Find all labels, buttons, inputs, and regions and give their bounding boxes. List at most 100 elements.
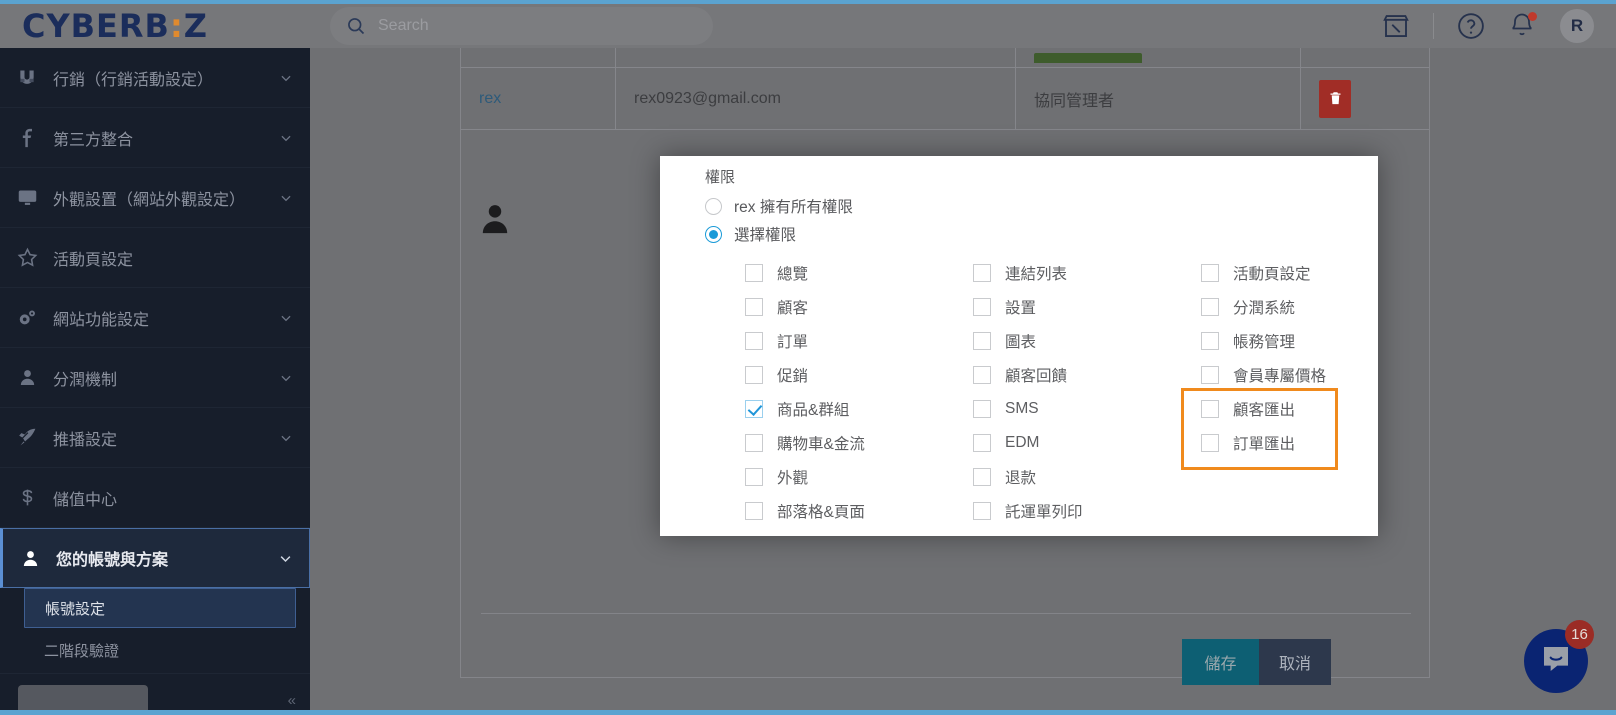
chevron-down-icon bbox=[278, 131, 294, 145]
checkbox-row[interactable]: 活動頁設定 bbox=[1201, 256, 1429, 290]
sidebar-item-label: 網站功能設定 bbox=[53, 311, 150, 329]
sidebar-item-site-functions[interactable]: 網站功能設定 bbox=[0, 288, 310, 348]
checkbox-row[interactable]: EDM bbox=[973, 426, 1201, 460]
radio-all-permissions[interactable]: rex 擁有所有權限 bbox=[705, 192, 853, 220]
sidebar-item-credit-center[interactable]: 儲值中心 bbox=[0, 468, 310, 528]
radio-icon[interactable] bbox=[705, 197, 722, 215]
sidebar-item-label: 行銷（行銷活動設定） bbox=[53, 71, 214, 89]
checkbox-label: 部落格&頁面 bbox=[777, 504, 865, 521]
checkbox-row-order-export[interactable]: 訂單匯出 bbox=[1201, 426, 1429, 460]
checkbox-icon[interactable] bbox=[973, 366, 991, 384]
checkbox-row[interactable]: 購物車&金流 bbox=[745, 426, 973, 460]
checkbox-row[interactable]: 會員專屬價格 bbox=[1201, 358, 1429, 392]
search-box[interactable]: Search bbox=[330, 7, 713, 45]
app-root: 行銷（行銷活動設定） 第三方整合 外觀設置（網站外觀設定） 活動頁設定 網站功能… bbox=[0, 0, 1616, 715]
sidebar-subitem-two-factor[interactable]: 二階段驗證 bbox=[0, 628, 310, 674]
checkbox-label: 設置 bbox=[1005, 300, 1037, 317]
checkbox-row[interactable]: 部落格&頁面 bbox=[745, 494, 973, 528]
checkbox-row[interactable]: 總覽 bbox=[745, 256, 973, 290]
checkbox-icon[interactable] bbox=[973, 264, 991, 282]
checkbox-row[interactable]: 連結列表 bbox=[973, 256, 1201, 290]
table-cell-role: 協同管理者 bbox=[1016, 68, 1301, 129]
sidebar-subitem-account-settings[interactable]: 帳號設定 bbox=[24, 588, 296, 628]
checkbox-icon[interactable] bbox=[1201, 366, 1219, 384]
sidebar-item-appearance[interactable]: 外觀設置（網站外觀設定） bbox=[0, 168, 310, 228]
checkbox-icon[interactable] bbox=[973, 502, 991, 520]
checkbox-icon[interactable] bbox=[1201, 264, 1219, 282]
checkbox-icon-checked[interactable] bbox=[745, 400, 763, 418]
search-icon bbox=[346, 16, 366, 36]
sidebar-item-commission[interactable]: 分潤機制 bbox=[0, 348, 310, 408]
sidebar-subitem-label: 帳號設定 bbox=[45, 600, 106, 618]
radio-icon-selected[interactable] bbox=[705, 225, 722, 243]
checkbox-label: 訂單 bbox=[777, 334, 809, 351]
magnet-icon bbox=[14, 68, 40, 88]
table-row bbox=[461, 48, 1429, 68]
checkbox-row[interactable]: 商品&群組 bbox=[745, 392, 973, 426]
table-cell-name[interactable]: rex bbox=[461, 68, 616, 129]
radio-label: rex 擁有所有權限 bbox=[734, 199, 853, 216]
checkbox-row[interactable]: 帳務管理 bbox=[1201, 324, 1429, 358]
checkbox-row[interactable]: 顧客回饋 bbox=[973, 358, 1201, 392]
header-divider bbox=[1433, 13, 1434, 39]
sidebar-item-push-settings[interactable]: 推播設定 bbox=[0, 408, 310, 468]
logo-main: CYBERB bbox=[22, 7, 170, 45]
checkbox-icon[interactable] bbox=[1201, 332, 1219, 350]
checkbox-icon[interactable] bbox=[1201, 400, 1219, 418]
checkbox-icon[interactable] bbox=[973, 298, 991, 316]
checkbox-row[interactable]: 託運單列印 bbox=[973, 494, 1201, 528]
logo-text: CYBERB:Z bbox=[22, 10, 208, 42]
sidebar-item-label: 外觀設置（網站外觀設定） bbox=[53, 191, 246, 209]
checkbox-icon[interactable] bbox=[745, 366, 763, 384]
radio-select-permissions[interactable]: 選擇權限 bbox=[705, 220, 853, 248]
dollar-icon bbox=[14, 488, 40, 507]
facebook-icon bbox=[14, 128, 40, 148]
checkbox-row[interactable]: 外觀 bbox=[745, 460, 973, 494]
sidebar-item-marketing[interactable]: 行銷（行銷活動設定） bbox=[0, 48, 310, 108]
checkbox-icon[interactable] bbox=[745, 264, 763, 282]
panel-title: 權限 bbox=[705, 169, 736, 186]
logo-dots: : bbox=[169, 7, 184, 45]
checkbox-icon[interactable] bbox=[973, 400, 991, 418]
checkbox-row-customer-export[interactable]: 顧客匯出 bbox=[1201, 392, 1429, 426]
checkbox-icon[interactable] bbox=[745, 434, 763, 452]
checkbox-icon[interactable] bbox=[973, 332, 991, 350]
search-input[interactable]: Search bbox=[378, 17, 429, 35]
cancel-button[interactable]: 取消 bbox=[1259, 639, 1331, 685]
checkbox-row[interactable]: SMS bbox=[973, 392, 1201, 426]
checkbox-label: 顧客匯出 bbox=[1233, 402, 1296, 419]
sidebar-item-label: 儲值中心 bbox=[53, 491, 118, 509]
brand-logo[interactable]: CYBERB:Z bbox=[0, 4, 320, 48]
table-cell-email bbox=[616, 48, 1016, 67]
checkbox-icon[interactable] bbox=[745, 502, 763, 520]
checkbox-icon[interactable] bbox=[1201, 298, 1219, 316]
help-circle-icon[interactable] bbox=[1456, 11, 1486, 41]
checkbox-label: 外觀 bbox=[777, 470, 809, 487]
checkbox-icon[interactable] bbox=[1201, 434, 1219, 452]
checkbox-label: 連結列表 bbox=[1005, 266, 1068, 283]
checkbox-row[interactable]: 分潤系統 bbox=[1201, 290, 1429, 324]
sidebar-item-your-account[interactable]: 您的帳號與方案 bbox=[0, 528, 310, 588]
collapse-sidebar-icon[interactable]: « bbox=[288, 692, 296, 709]
checkbox-row[interactable]: 顧客 bbox=[745, 290, 973, 324]
checkbox-row[interactable]: 設置 bbox=[973, 290, 1201, 324]
checkbox-row[interactable]: 訂單 bbox=[745, 324, 973, 358]
sidebar-item-third-party[interactable]: 第三方整合 bbox=[0, 108, 310, 168]
gears-icon bbox=[14, 307, 40, 329]
sidebar-item-label: 活動頁設定 bbox=[53, 251, 134, 269]
checkbox-icon[interactable] bbox=[745, 332, 763, 350]
store-icon[interactable] bbox=[1381, 11, 1411, 41]
delete-button[interactable] bbox=[1319, 79, 1351, 118]
checkbox-icon[interactable] bbox=[745, 468, 763, 486]
bell-icon[interactable] bbox=[1508, 11, 1538, 41]
avatar[interactable]: R bbox=[1560, 9, 1594, 43]
save-button[interactable]: 儲存 bbox=[1182, 639, 1259, 685]
checkbox-row[interactable]: 圖表 bbox=[973, 324, 1201, 358]
sidebar-item-campaign-page[interactable]: 活動頁設定 bbox=[0, 228, 310, 288]
chevron-down-icon bbox=[277, 551, 293, 566]
checkbox-icon[interactable] bbox=[745, 298, 763, 316]
checkbox-icon[interactable] bbox=[973, 468, 991, 486]
checkbox-icon[interactable] bbox=[973, 434, 991, 452]
checkbox-row[interactable]: 促銷 bbox=[745, 358, 973, 392]
checkbox-row[interactable]: 退款 bbox=[973, 460, 1201, 494]
